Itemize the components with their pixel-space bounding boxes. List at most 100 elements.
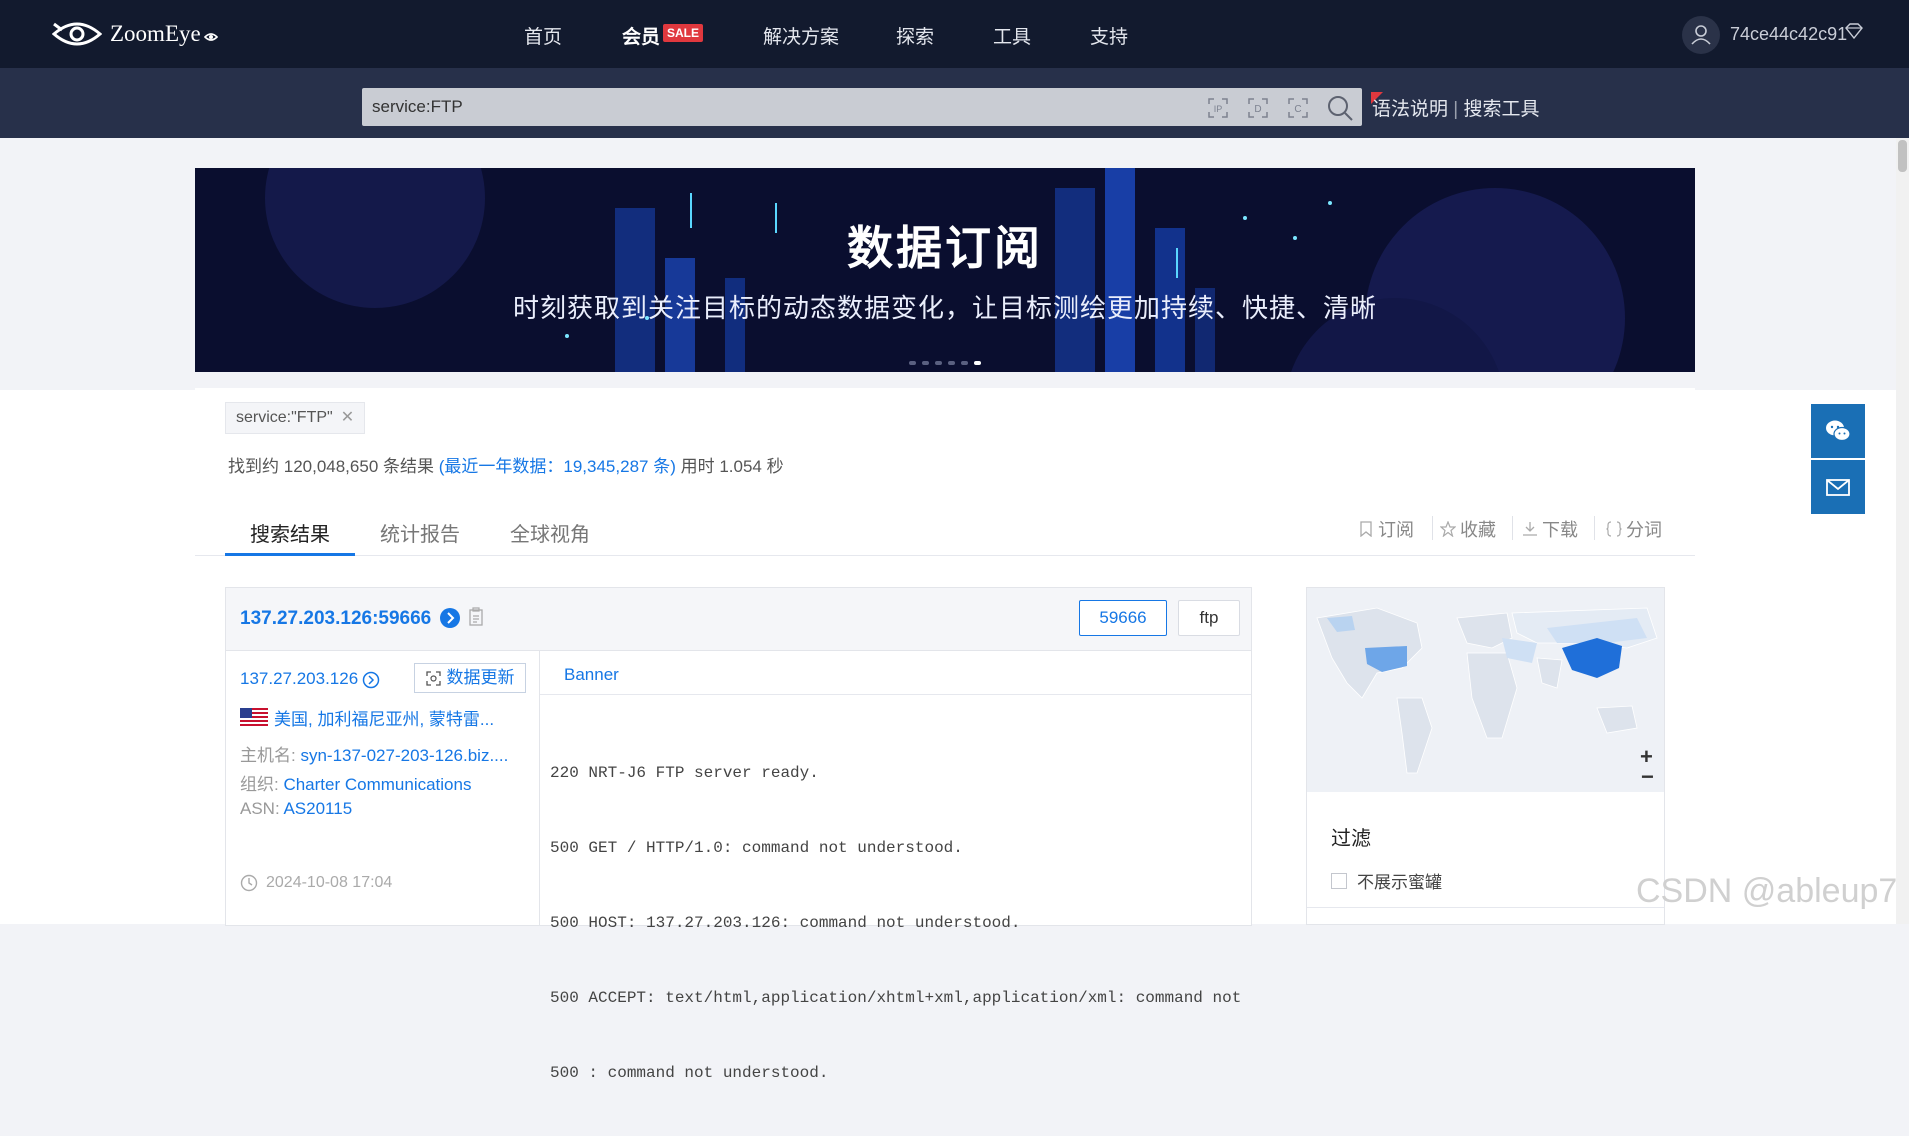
query-tag[interactable]: service:"FTP" ✕ [225, 402, 366, 434]
action-divider [1432, 516, 1433, 540]
tokenize-button[interactable]: 分词 [1606, 516, 1662, 542]
download-button[interactable]: 下载 [1522, 516, 1578, 542]
banner-tab-border [540, 694, 1251, 695]
world-map-graphic [1316, 607, 1658, 774]
ip-search-icon[interactable]: IP [1206, 96, 1230, 120]
syntax-guide-link[interactable]: 语法说明 [1372, 99, 1448, 120]
svg-text:D: D [1254, 104, 1261, 115]
result-card-header: 137.27.203.126:59666 59666 ftp [226, 588, 1251, 651]
org-label: 组织: [240, 775, 284, 794]
asn-row: ASN: AS20115 [240, 799, 352, 819]
tab-statistics[interactable]: 统计报告 [380, 518, 460, 547]
favorite-button[interactable]: 收藏 [1440, 516, 1496, 542]
scan-icon [425, 670, 441, 686]
search-input[interactable] [372, 88, 1192, 126]
recent-year-link[interactable]: (最近一年数据：19,345,287 条) [439, 457, 676, 476]
user-name[interactable]: 74ce44c42c91 [1730, 24, 1847, 45]
us-flag-icon [240, 707, 268, 728]
page-scrollbar[interactable] [1896, 138, 1909, 924]
cert-search-icon[interactable]: C [1286, 96, 1310, 120]
filter-title: 过滤 [1331, 828, 1371, 850]
port-badge[interactable]: 59666 [1079, 600, 1167, 636]
org-row: 组织: Charter Communications [240, 770, 471, 795]
search-box: IP D C [362, 88, 1362, 126]
close-icon[interactable]: ✕ [341, 403, 354, 433]
carousel-dot[interactable] [961, 361, 968, 365]
bookmark-icon [1360, 521, 1372, 537]
active-tab-indicator [225, 553, 355, 556]
subscribe-label: 订阅 [1378, 520, 1414, 540]
timestamp-row: 2024-10-08 17:04 [240, 874, 392, 892]
result-mid: 条结果 [378, 457, 439, 476]
world-map[interactable] [1306, 587, 1665, 794]
scrollbar-thumb[interactable] [1898, 140, 1907, 172]
carousel-dot[interactable] [922, 361, 929, 365]
favorite-label: 收藏 [1460, 520, 1496, 540]
action-divider [1594, 516, 1595, 540]
location: 美国, 加利福尼亚州, 蒙特雷... [240, 705, 494, 730]
svg-text:IP: IP [1214, 104, 1223, 114]
wechat-button[interactable] [1811, 404, 1865, 458]
hide-honeypot-option[interactable]: 不展示蜜罐 [1331, 868, 1442, 893]
promo-banner[interactable]: 数据订阅 时刻获取到关注目标的动态数据变化，让目标测绘更加持续、快捷、清晰 [195, 168, 1695, 372]
link-separator: | [1453, 99, 1459, 120]
tab-global-view[interactable]: 全球视角 [510, 518, 590, 547]
subscribe-button[interactable]: 订阅 [1358, 516, 1414, 542]
filter-divider [1307, 907, 1664, 908]
data-update-label: 数据更新 [446, 668, 515, 687]
query-tag-label: service:"FTP" [236, 409, 333, 426]
carousel-dot[interactable] [974, 361, 981, 365]
banner-line: 500 GET / HTTP/1.0: command not understo… [550, 839, 963, 857]
filter-panel: 过滤 不展示蜜罐 [1306, 792, 1665, 925]
result-count: 120,048,650 [283, 457, 379, 476]
braces-icon [1606, 521, 1622, 537]
carousel-dot[interactable] [935, 361, 942, 365]
service-badge[interactable]: ftp [1178, 600, 1240, 636]
tab-banner[interactable]: Banner [564, 665, 619, 685]
tabs-border [195, 555, 1695, 556]
nav-solutions[interactable]: 解决方案 [763, 22, 839, 49]
host-info: 137.27.203.126 数据更新 美国, 加利福尼亚州, 蒙特雷... 主… [226, 651, 540, 925]
brand-name: ZoomEye [110, 21, 201, 46]
email-button[interactable] [1811, 460, 1865, 514]
nav-support[interactable]: 支持 [1090, 22, 1128, 49]
tokenize-label: 分词 [1626, 520, 1662, 540]
nav-explore[interactable]: 探索 [896, 22, 934, 49]
result-title-link[interactable]: 137.27.203.126:59666 [240, 608, 431, 630]
tab-search-results[interactable]: 搜索结果 [250, 518, 330, 547]
search-tools-link[interactable]: 搜索工具 [1464, 99, 1540, 120]
sale-badge: SALE [663, 24, 704, 42]
goto-arrow-icon[interactable] [440, 608, 460, 628]
nav-tools[interactable]: 工具 [993, 22, 1031, 49]
hostname-link[interactable]: syn-137-027-203-126.biz.... [300, 746, 508, 765]
location-link[interactable]: 美国, 加利福尼亚州, 蒙特雷... [274, 705, 494, 730]
timestamp: 2024-10-08 17:04 [266, 874, 393, 891]
carousel-dot[interactable] [909, 361, 916, 365]
vip-diamond-icon [1845, 23, 1863, 39]
carousel-dot[interactable] [948, 361, 955, 365]
nav-home[interactable]: 首页 [524, 22, 562, 49]
result-summary: 找到约 120,048,650 条结果 (最近一年数据：19,345,287 条… [228, 452, 784, 477]
hide-honeypot-checkbox[interactable] [1331, 872, 1347, 889]
data-update-button[interactable]: 数据更新 [414, 663, 526, 693]
result-prefix: 找到约 [228, 457, 284, 476]
nav-membership[interactable]: 会员 [622, 22, 660, 49]
domain-search-icon[interactable]: D [1246, 96, 1270, 120]
wechat-icon [1826, 420, 1851, 442]
svg-text:C: C [1294, 104, 1301, 115]
map-zoom-out[interactable]: − [1641, 764, 1654, 790]
copy-icon[interactable] [468, 607, 484, 627]
result-card: 137.27.203.126:59666 59666 ftp 137.27.20… [225, 587, 1252, 1082]
asn-link[interactable]: AS20115 [283, 799, 352, 818]
asn-label: ASN: [240, 799, 284, 818]
zoomeye-logo[interactable]: ZoomEye [52, 18, 218, 50]
user-avatar[interactable] [1682, 16, 1720, 54]
action-divider [1512, 516, 1513, 540]
ip-arrow-icon[interactable] [362, 671, 380, 689]
search-icon[interactable] [1326, 94, 1354, 122]
org-link[interactable]: Charter Communications [283, 775, 471, 794]
banner-line: 500 ACCEPT: text/html,application/xhtml+… [550, 989, 1242, 1007]
top-navigation: ZoomEye 首页 会员 SALE 解决方案 探索 工具 支持 74ce44c… [0, 0, 1909, 68]
banner-title: 数据订阅 [847, 222, 1043, 274]
ip-link[interactable]: 137.27.203.126 [240, 669, 358, 689]
